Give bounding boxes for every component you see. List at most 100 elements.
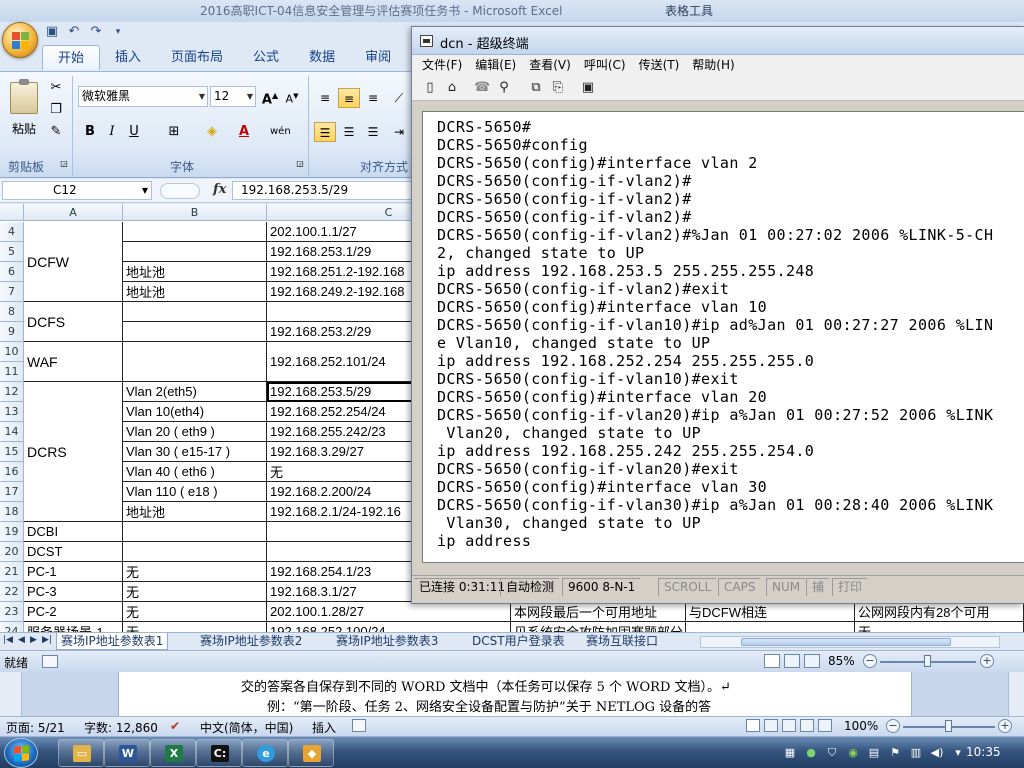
- input-method-icon[interactable]: ▦: [782, 745, 798, 761]
- cell-b7[interactable]: 地址池: [123, 282, 267, 302]
- language-bar-icon[interactable]: ▾: [950, 745, 966, 761]
- column-header-a[interactable]: A: [24, 204, 123, 221]
- shrink-font-icon[interactable]: A▼: [282, 86, 302, 106]
- cell-b20[interactable]: [123, 542, 267, 562]
- cell-d24[interactable]: 贝系统安全攻防加固赛题部分: [511, 622, 686, 632]
- last-sheet-icon[interactable]: ▶|: [42, 635, 52, 645]
- tab-formulas[interactable]: 公式: [238, 45, 294, 70]
- borders-icon[interactable]: ⊞: [164, 122, 184, 142]
- cell-b6[interactable]: 地址池: [123, 262, 267, 282]
- cell-a4[interactable]: DCFW: [24, 222, 123, 302]
- menu-edit[interactable]: 编辑(E): [475, 55, 516, 75]
- cell-c24[interactable]: 192.168.252.100/24: [267, 622, 511, 632]
- phonetic-icon[interactable]: wén: [270, 122, 291, 142]
- full-screen-icon[interactable]: [764, 719, 778, 732]
- underline-icon[interactable]: U: [124, 122, 144, 142]
- row-header[interactable]: 16: [0, 462, 24, 482]
- first-sheet-icon[interactable]: |◀: [3, 635, 13, 645]
- scrollbar-thumb[interactable]: [741, 638, 951, 646]
- row-header[interactable]: 19: [0, 522, 24, 542]
- format-painter-icon[interactable]: ✎: [48, 124, 64, 140]
- redo-icon[interactable]: ↷: [88, 24, 104, 40]
- tab-page-layout[interactable]: 页面布局: [156, 45, 238, 70]
- font-launcher-icon[interactable]: ◲: [292, 156, 308, 172]
- row-header[interactable]: 12: [0, 382, 24, 402]
- cell-b9[interactable]: [123, 322, 267, 342]
- cell-c23[interactable]: 202.100.1.28/27: [267, 602, 511, 622]
- fill-color-icon[interactable]: ◈: [202, 122, 222, 142]
- send-icon[interactable]: ⧉: [528, 80, 544, 96]
- call-icon[interactable]: ☎: [474, 80, 490, 96]
- select-all-corner[interactable]: [0, 204, 24, 221]
- tab-data[interactable]: 数据: [294, 45, 350, 70]
- align-top-icon[interactable]: ≡: [314, 88, 336, 108]
- taskbar-explorer[interactable]: ▭: [58, 739, 104, 767]
- sheet-tab-5[interactable]: 赛场互联接口: [582, 633, 662, 650]
- word-zoom-in-icon[interactable]: +: [998, 719, 1012, 733]
- cell-b19[interactable]: [123, 522, 267, 542]
- cell-f24[interactable]: 无: [855, 622, 1024, 632]
- qat-dropdown-icon[interactable]: ▾: [110, 24, 126, 40]
- font-name-combo[interactable]: 微软雅黑 ▼: [78, 86, 208, 107]
- sheet-tab-2[interactable]: 赛场IP地址参数表2: [196, 633, 306, 650]
- column-header-b[interactable]: B: [123, 204, 267, 221]
- word-count[interactable]: 字数: 12,860: [84, 719, 158, 736]
- cell-b23[interactable]: 无: [123, 602, 267, 622]
- cell-b4[interactable]: [123, 222, 267, 242]
- cut-icon[interactable]: ✂: [48, 80, 64, 96]
- tab-home[interactable]: 开始: [42, 45, 101, 70]
- cell-a20[interactable]: DCST: [24, 542, 123, 562]
- cell-a19[interactable]: DCBI: [24, 522, 123, 542]
- zoom-in-icon[interactable]: +: [980, 654, 994, 668]
- word-zoom-slider-knob[interactable]: [945, 720, 952, 732]
- security-icon[interactable]: ●: [803, 745, 819, 761]
- insert-function-icon[interactable]: fx: [213, 182, 226, 197]
- zoom-out-icon[interactable]: −: [863, 654, 877, 668]
- cell-a10[interactable]: WAF: [24, 342, 123, 382]
- align-middle-icon[interactable]: ≡: [338, 88, 360, 108]
- cell-b16[interactable]: Vlan 40 ( eth6 ): [123, 462, 267, 482]
- row-header[interactable]: 24: [0, 622, 24, 632]
- row-header[interactable]: 21: [0, 562, 24, 582]
- taskbar-excel[interactable]: X: [150, 739, 196, 767]
- office-button[interactable]: [2, 22, 38, 58]
- normal-view-icon[interactable]: [764, 654, 780, 668]
- align-bottom-icon[interactable]: ≡: [362, 88, 384, 108]
- menu-call[interactable]: 呼叫(C): [584, 55, 626, 75]
- cell-b17[interactable]: Vlan 110 ( e18 ): [123, 482, 267, 502]
- cell-b10[interactable]: [123, 342, 267, 382]
- terminal-app-icon[interactable]: [420, 35, 433, 47]
- cell-b24[interactable]: 无: [123, 622, 267, 632]
- receive-icon[interactable]: ⎘: [550, 80, 566, 96]
- row-header[interactable]: 4: [0, 222, 24, 242]
- volume-icon[interactable]: ◀): [929, 745, 945, 761]
- cell-a22[interactable]: PC-3: [24, 582, 123, 602]
- row-header[interactable]: 8: [0, 302, 24, 322]
- next-sheet-icon[interactable]: ▶: [30, 635, 37, 645]
- word-zoom-out-icon[interactable]: −: [886, 719, 900, 733]
- copy-icon[interactable]: ❐: [48, 102, 64, 118]
- align-center-icon[interactable]: ☰: [338, 122, 360, 142]
- italic-icon[interactable]: I: [102, 122, 122, 142]
- bold-icon[interactable]: B: [80, 122, 100, 142]
- cell-b8[interactable]: [123, 302, 267, 322]
- web-layout-icon[interactable]: [782, 719, 796, 732]
- cell-a23[interactable]: PC-2: [24, 602, 123, 622]
- outline-icon[interactable]: [800, 719, 814, 732]
- row-header[interactable]: 6: [0, 262, 24, 282]
- terminal-screen[interactable]: DCRS-5650# DCRS-5650#config DCRS-5650(conf…: [422, 111, 1024, 563]
- cell-a8[interactable]: DCFS: [24, 302, 123, 342]
- cell-a24[interactable]: 服务器场景-1: [24, 622, 123, 632]
- align-left-icon[interactable]: ☰: [314, 122, 336, 142]
- shield-icon[interactable]: ⛉: [824, 745, 840, 761]
- row-header[interactable]: 13: [0, 402, 24, 422]
- cell-a21[interactable]: PC-1: [24, 562, 123, 582]
- taskbar-app[interactable]: ◆: [288, 739, 334, 767]
- row-header[interactable]: 7: [0, 282, 24, 302]
- taskbar-ie[interactable]: e: [242, 739, 288, 767]
- insert-mode[interactable]: 插入: [312, 719, 336, 736]
- grow-font-icon[interactable]: A▲: [260, 86, 280, 107]
- align-right-icon[interactable]: ☰: [362, 122, 384, 142]
- new-connection-icon[interactable]: ▯: [422, 80, 438, 96]
- network-icon[interactable]: ▥: [908, 745, 924, 761]
